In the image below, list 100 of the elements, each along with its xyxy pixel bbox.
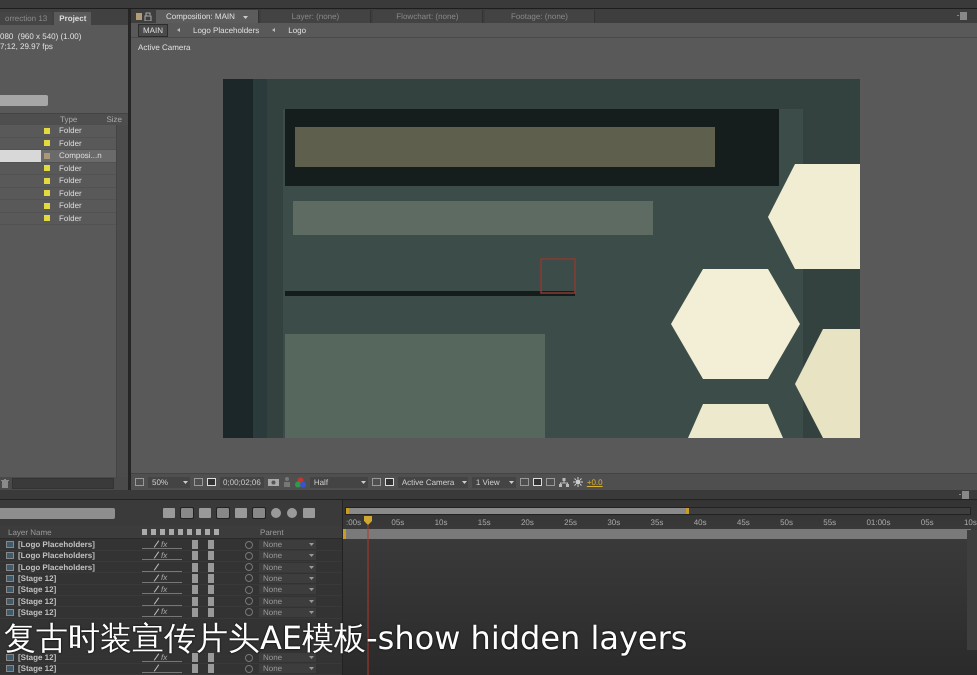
view-layout-dropdown[interactable]: 1 View (472, 476, 516, 488)
parent-dropdown[interactable]: None (259, 653, 316, 662)
parent-dropdown[interactable]: None (259, 608, 316, 617)
work-area-bar[interactable] (345, 507, 971, 516)
search-field[interactable] (0, 508, 115, 519)
parent-dropdown[interactable]: None (259, 562, 316, 572)
project-item[interactable]: Composi...n (0, 150, 116, 162)
caret-icon (309, 600, 314, 603)
layer-name[interactable]: [Stage 12] (18, 585, 142, 594)
time-ruler-label: 05s (920, 518, 934, 528)
layer-switches[interactable] (142, 596, 182, 606)
project-item[interactable]: Folder (0, 212, 116, 225)
camera-icon[interactable] (268, 478, 279, 486)
caret-icon (309, 576, 314, 580)
time-ruler-label: 05s (391, 518, 404, 528)
layer-name[interactable]: [Logo Placeholders] (18, 562, 142, 572)
scrollbar[interactable] (967, 530, 977, 650)
parent-dropdown[interactable]: None (259, 664, 316, 674)
project-item[interactable]: Folder (0, 162, 116, 175)
time-ruler-label: 40s (694, 518, 707, 528)
lock-icon[interactable] (136, 12, 152, 20)
caret-icon (360, 480, 366, 484)
parent-dropdown[interactable]: None (259, 551, 316, 560)
arrow-icon (272, 28, 276, 32)
breadcrumb[interactable]: MAIN (138, 24, 168, 36)
layer-switches[interactable] (142, 562, 182, 572)
caret-icon (508, 480, 514, 484)
project-item[interactable]: Folder (0, 175, 116, 188)
parent-dropdown[interactable]: None (259, 596, 316, 606)
viewer-tab[interactable]: Composition: MAIN (156, 10, 259, 22)
color-channels-icon[interactable] (294, 476, 306, 488)
flowchart-icon[interactable] (558, 478, 569, 486)
column-header[interactable]: Type (60, 115, 78, 124)
layer-switches[interactable]: fx (142, 653, 182, 662)
panel-tab[interactable]: Project (54, 12, 92, 25)
caret-icon (242, 16, 248, 18)
zoom-dropdown[interactable]: 50% (148, 476, 190, 488)
caret-icon (462, 480, 468, 484)
layer-name[interactable]: [Stage 12] (18, 596, 142, 606)
exposure-value[interactable]: +0.0 (586, 478, 603, 486)
time-ruler-label: 15s (478, 518, 491, 528)
panel-menu-icon[interactable] (957, 12, 967, 20)
time-ruler-label: 45s (736, 518, 750, 528)
caret-icon (309, 566, 314, 569)
layer-name[interactable]: [Stage 12] (18, 653, 142, 662)
layer-name[interactable]: [Logo Placeholders] (18, 540, 142, 550)
layer-switches[interactable] (142, 664, 182, 674)
parent-dropdown[interactable]: None (259, 574, 316, 583)
caret-icon (183, 480, 188, 484)
comp-info-text: 7;12, 29.97 fps (0, 42, 54, 52)
resolution-dropdown[interactable]: Half (310, 476, 368, 488)
time-ruler-label: 20s (520, 518, 534, 528)
time-ruler-label: 50s (780, 518, 793, 528)
project-item[interactable]: Folder (0, 125, 116, 138)
caret-icon (309, 656, 314, 660)
column-header[interactable]: Size (106, 115, 122, 124)
arrow-icon (177, 28, 180, 32)
time-ruler-label: :00s (346, 518, 362, 528)
layer-name[interactable]: [Stage 12] (18, 574, 142, 583)
person-icon[interactable] (282, 477, 291, 487)
camera-dropdown[interactable]: Active Camera (398, 476, 468, 488)
parent-dropdown[interactable]: None (259, 540, 316, 550)
trash-icon[interactable] (1, 479, 9, 488)
panel-menu-icon[interactable] (959, 490, 969, 499)
time-ruler-label: 01:00s (866, 518, 890, 528)
parent-dropdown[interactable]: None (259, 585, 316, 594)
comp-info-text: 080 (960 x 540) (1.00) (0, 32, 82, 42)
time-ruler-label: 10s (434, 518, 448, 528)
caret-icon (309, 554, 314, 558)
caret-icon (309, 610, 314, 614)
caret-icon (309, 588, 314, 592)
breadcrumb[interactable]: Logo (284, 24, 310, 36)
layer-switches[interactable]: fx (142, 585, 182, 594)
column-header[interactable]: Layer Name (8, 528, 142, 537)
column-header[interactable]: Parent (260, 528, 284, 537)
time-ruler-label: 35s (650, 518, 664, 528)
scrollbar[interactable] (12, 478, 114, 489)
caret-icon (309, 667, 314, 670)
project-item[interactable]: Folder (0, 188, 116, 200)
layer-switches[interactable]: fx (142, 551, 182, 560)
switches-header-icon (142, 529, 220, 536)
time-ruler-label: 30s (607, 518, 620, 528)
layer-switches[interactable]: fx (142, 608, 182, 617)
panel-tab[interactable]: orrection 13 (0, 12, 52, 25)
layer-name[interactable]: [Logo Placeholders] (18, 551, 142, 560)
viewer-tab[interactable]: Footage: (none) (484, 10, 595, 22)
time-ruler-label: 25s (564, 518, 578, 528)
search-field[interactable] (0, 95, 48, 106)
viewer-tab[interactable]: Flowchart: (none) (372, 10, 483, 22)
layer-duration-bar[interactable] (343, 529, 971, 540)
layer-name[interactable]: [Stage 12] (18, 608, 142, 617)
layer-switches[interactable]: fx (142, 540, 182, 550)
layer-switches[interactable]: fx (142, 574, 182, 583)
timecode[interactable]: 0;00;02;06 (220, 476, 264, 488)
layer-name[interactable]: [Stage 12] (18, 664, 142, 674)
exposure-icon[interactable] (572, 477, 583, 487)
breadcrumb[interactable]: Logo Placeholders (189, 24, 264, 36)
time-ruler-label: 10s (964, 518, 977, 528)
project-item[interactable]: Folder (0, 200, 116, 212)
viewer-tab[interactable]: Layer: (none) (260, 10, 371, 22)
